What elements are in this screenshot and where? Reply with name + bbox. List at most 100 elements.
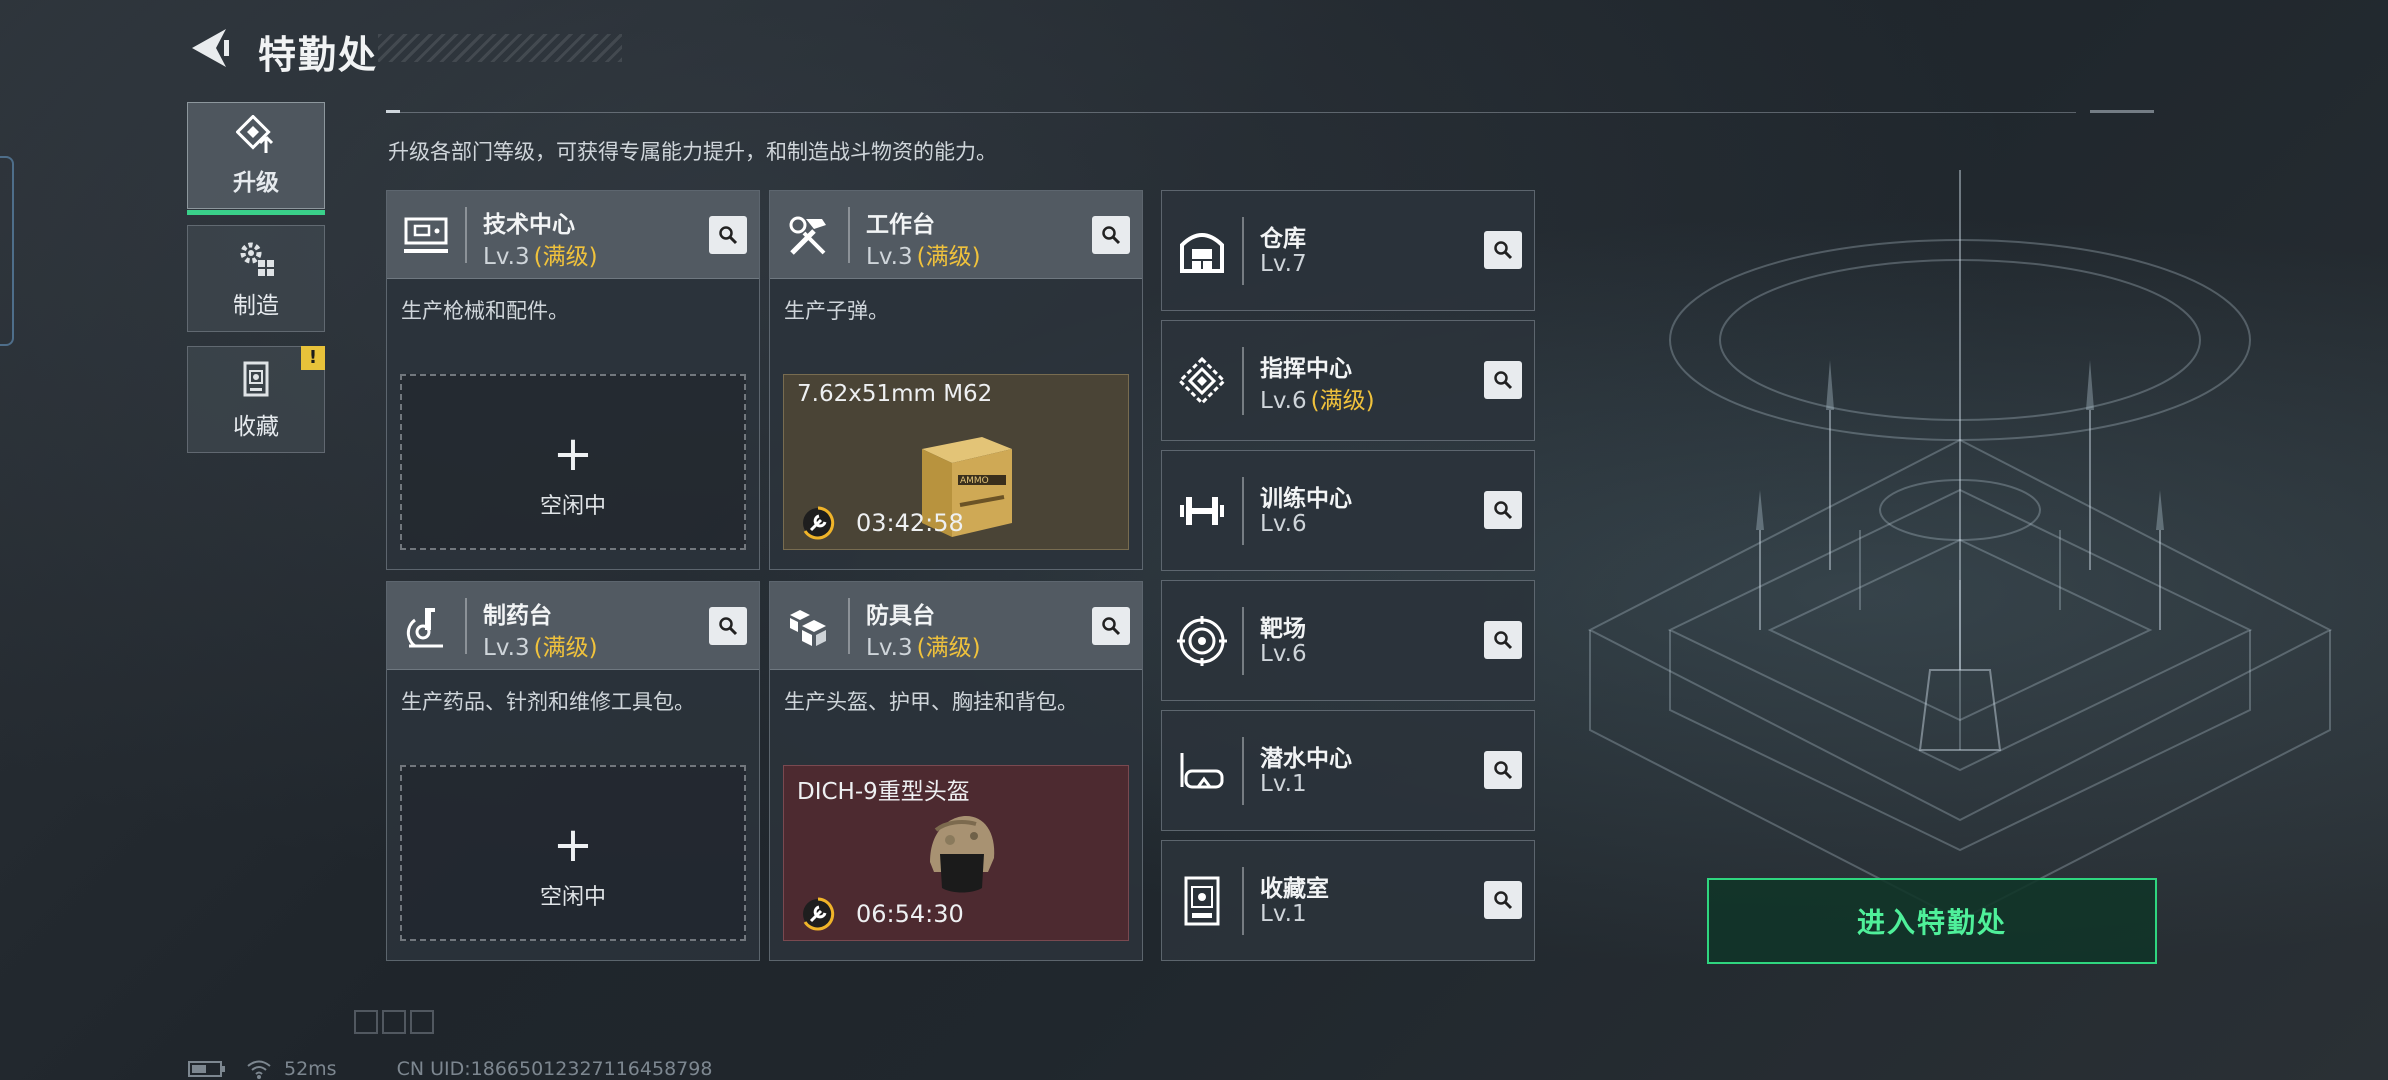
room-name: 仓库 <box>1260 226 1306 252</box>
plus-icon: + <box>552 426 594 482</box>
idle-slot[interactable]: + 空闲中 <box>400 765 746 941</box>
side-nav-label: 收藏 <box>233 413 279 440</box>
tech-center-icon <box>404 217 448 253</box>
level-value: Lv.6 <box>1260 388 1307 414</box>
maxed-label: (满级) <box>1310 388 1375 414</box>
card-header: 技术中心 Lv.3 (满级) <box>387 191 759 279</box>
time-remaining: 03:42:58 <box>856 509 964 537</box>
status-bar: 52ms CN UID:18665012327116458798 <box>188 1058 712 1080</box>
room-diving-center[interactable]: 潜水中心 Lv.1 <box>1161 710 1535 831</box>
room-training-center[interactable]: 训练中心 Lv.6 <box>1161 450 1535 571</box>
search-icon <box>1102 226 1121 245</box>
collection-icon <box>243 361 269 396</box>
item-separator <box>1242 477 1244 545</box>
maxed-label: (满级) <box>916 244 981 270</box>
dept-name: 技术中心 <box>483 212 575 238</box>
side-nav-upgrade[interactable]: 升级 <box>187 102 325 215</box>
room-command-center[interactable]: 指挥中心 Lv.6 (满级) <box>1161 320 1535 441</box>
back-arrow-icon[interactable] <box>186 26 232 70</box>
dept-description: 生产药品、针剂和维修工具包。 <box>401 690 695 714</box>
room-warehouse[interactable]: 仓库 Lv.7 <box>1161 190 1535 311</box>
dept-card-workbench[interactable]: 工作台 Lv.3 (满级) 生产子弹。 7.62x51mm M62 AMMO 03… <box>769 190 1143 570</box>
dept-description: 生产头盔、护甲、胸挂和背包。 <box>784 690 1078 714</box>
level-value: Lv.6 <box>1260 641 1307 667</box>
item-separator <box>1242 607 1244 675</box>
ammo-box-label: AMMO <box>960 476 989 486</box>
dept-description: 生产子弹。 <box>784 299 889 323</box>
item-separator <box>1242 347 1244 415</box>
room-level: Lv.6 <box>1260 511 1311 537</box>
intro-text: 升级各部门等级，可获得专属能力提升，和制造战斗物资的能力。 <box>388 140 997 164</box>
search-icon <box>1494 371 1513 390</box>
search-button[interactable] <box>1484 881 1522 919</box>
room-name: 潜水中心 <box>1260 746 1352 772</box>
warehouse-icon <box>1180 233 1224 273</box>
search-button[interactable] <box>709 216 747 254</box>
pharmacy-icon <box>406 608 443 648</box>
room-shooting-range[interactable]: 靶场 Lv.6 <box>1161 580 1535 701</box>
search-button[interactable] <box>1484 231 1522 269</box>
target-icon <box>1177 616 1227 666</box>
search-button[interactable] <box>709 607 747 645</box>
header-separator <box>465 207 467 263</box>
card-header: 工作台 Lv.3 (满级) <box>770 191 1142 279</box>
maxed-label: (满级) <box>533 244 598 270</box>
dept-card-armor-bench[interactable]: 防具台 Lv.3 (满级) 生产头盔、护甲、胸挂和背包。 DICH-9重型头盔 0… <box>769 581 1143 961</box>
idle-label: 空闲中 <box>539 885 606 910</box>
dept-level: Lv.3 (满级) <box>483 628 598 662</box>
level-value: Lv.3 <box>866 244 913 270</box>
search-icon <box>1494 891 1513 910</box>
search-button[interactable] <box>1092 216 1130 254</box>
search-button[interactable] <box>1484 621 1522 659</box>
search-button[interactable] <box>1484 751 1522 789</box>
maxed-label: (满级) <box>533 635 598 661</box>
level-value: Lv.3 <box>483 635 530 661</box>
item-separator <box>1242 737 1244 805</box>
item-name: DICH-9重型头盔 <box>797 779 970 805</box>
search-button[interactable] <box>1484 361 1522 399</box>
command-center-icon <box>1177 356 1227 406</box>
divider-mark <box>386 110 400 113</box>
header-separator <box>465 598 467 654</box>
search-icon <box>1494 761 1513 780</box>
time-remaining: 06:54:30 <box>856 900 964 928</box>
room-name: 训练中心 <box>1260 486 1352 512</box>
base-wireframe-illustration <box>1587 170 2333 922</box>
wrench-timer-icon <box>803 506 835 540</box>
title-stripes-decoration <box>378 34 622 62</box>
search-button[interactable] <box>1092 607 1130 645</box>
search-icon <box>719 226 738 245</box>
alert-badge: ! <box>301 346 325 370</box>
edge-pull-tab[interactable] <box>0 156 14 346</box>
uid-text: CN UID:18665012327116458798 <box>396 1058 713 1080</box>
workbench-icon <box>789 216 826 255</box>
dept-level: Lv.3 (满级) <box>483 237 598 271</box>
room-name: 靶场 <box>1260 616 1306 642</box>
room-level: Lv.1 <box>1260 771 1311 797</box>
production-slot[interactable]: 7.62x51mm M62 AMMO 03:42:58 <box>783 374 1129 550</box>
battery-icon <box>188 1061 225 1077</box>
level-value: Lv.6 <box>1260 511 1307 537</box>
room-collection-room[interactable]: 收藏室 Lv.1 <box>1161 840 1535 961</box>
dept-card-pharmacy[interactable]: 制药台 Lv.3 (满级) 生产药品、针剂和维修工具包。 + 空闲中 <box>386 581 760 961</box>
header-separator <box>848 598 850 654</box>
dept-name: 制药台 <box>483 603 552 629</box>
search-button[interactable] <box>1484 491 1522 529</box>
production-slot[interactable]: DICH-9重型头盔 06:54:30 <box>783 765 1129 941</box>
dept-description: 生产枪械和配件。 <box>401 299 569 323</box>
idle-slot[interactable]: + 空闲中 <box>400 374 746 550</box>
diving-mask-icon <box>1180 753 1224 789</box>
room-name: 指挥中心 <box>1260 356 1352 382</box>
dept-level: Lv.3 (满级) <box>866 628 981 662</box>
decorative-squares <box>354 1010 434 1034</box>
idle-label: 空闲中 <box>539 494 606 519</box>
dept-card-tech-center[interactable]: 技术中心 Lv.3 (满级) 生产枪械和配件。 + 空闲中 <box>386 190 760 570</box>
level-value: Lv.1 <box>1260 771 1307 797</box>
dept-level: Lv.3 (满级) <box>866 237 981 271</box>
room-name: 收藏室 <box>1260 876 1329 902</box>
side-nav-craft[interactable]: 制造 <box>187 225 325 332</box>
enter-special-ops-button[interactable]: 进入特勤处 <box>1707 878 2157 964</box>
upgrade-icon <box>236 114 274 153</box>
helmet-image <box>930 816 995 893</box>
side-nav-collection[interactable]: 收藏 ! <box>187 346 325 453</box>
